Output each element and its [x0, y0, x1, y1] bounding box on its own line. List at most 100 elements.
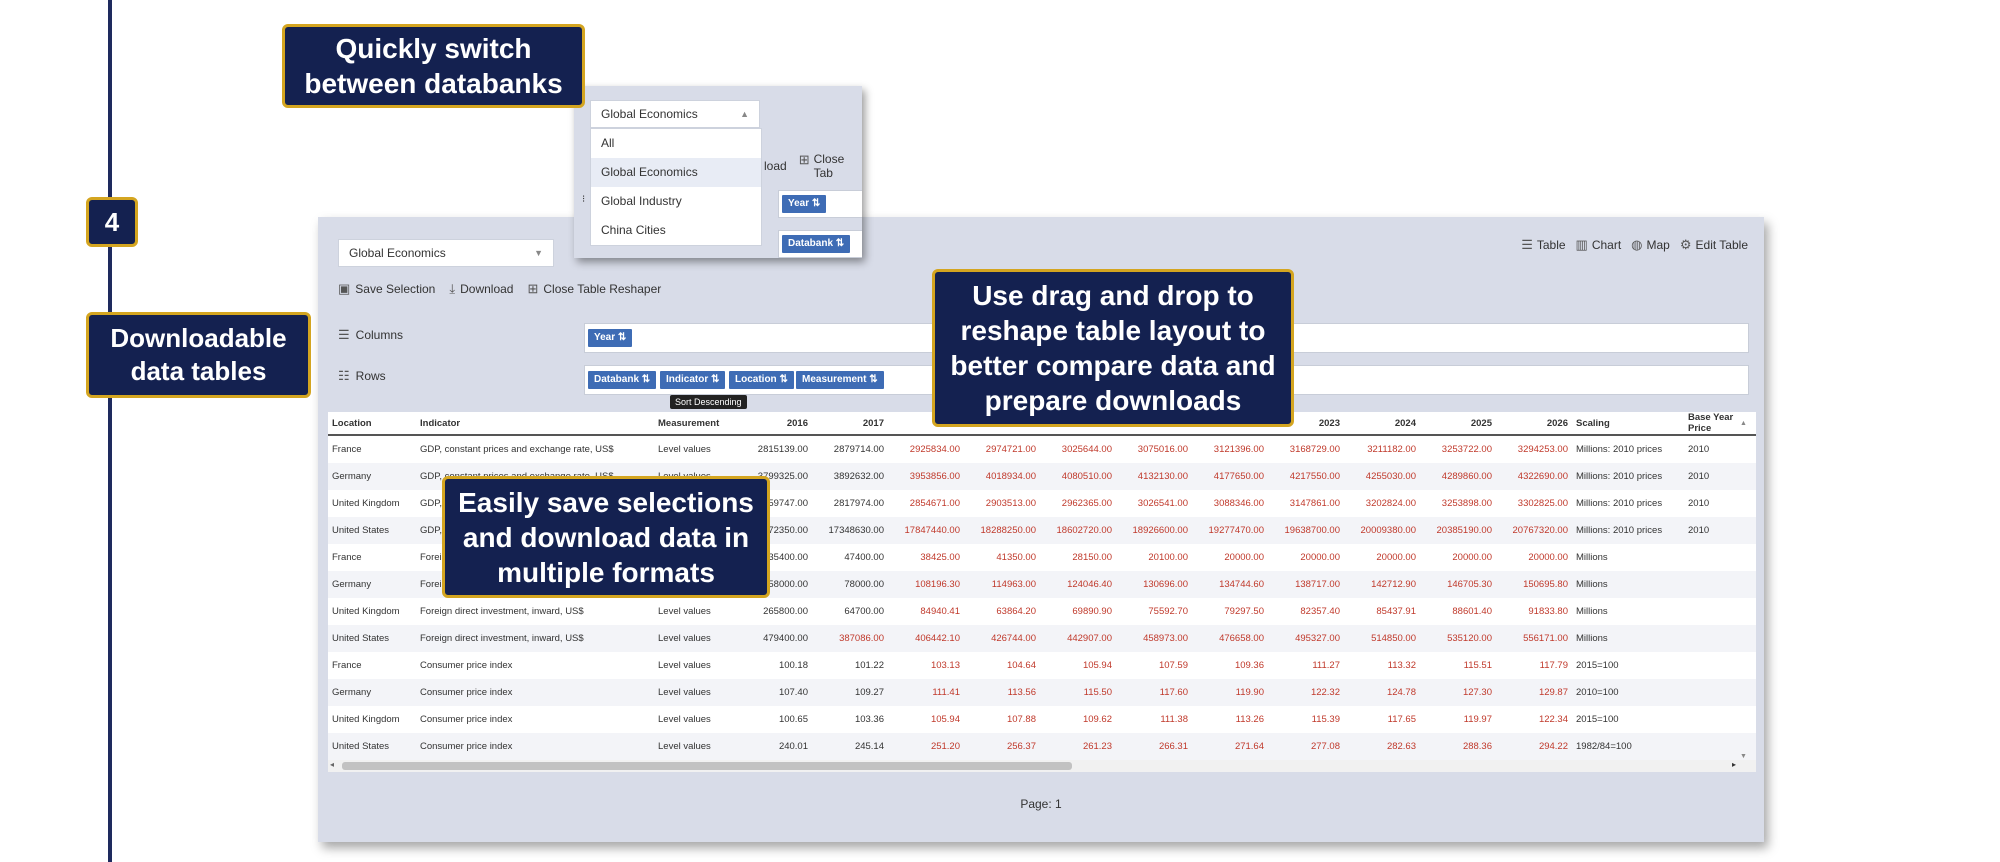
vertical-scrollbar[interactable]: ▲ ▼ — [1740, 420, 1750, 760]
column-header[interactable]: Scaling — [1572, 412, 1684, 436]
side-label: Downloadable data tables — [86, 312, 311, 398]
column-header[interactable]: Location — [328, 412, 416, 436]
edit-table-link[interactable]: ⚙ Edit Table — [1680, 237, 1748, 253]
scroll-right-arrow[interactable]: ▸ — [1732, 760, 1736, 769]
table-cell: Millions — [1576, 552, 1608, 563]
option-global-economics[interactable]: Global Economics — [591, 158, 761, 187]
column-header[interactable]: Indicator — [416, 412, 654, 436]
table-icon: ☰ — [1521, 237, 1533, 252]
table-cell: Consumer price index — [416, 733, 654, 760]
table-cell: 79297.50 — [1224, 606, 1264, 617]
table-cell: 3253898.00 — [1441, 498, 1492, 509]
table-cell: 119.97 — [1463, 714, 1492, 725]
table-cell: 556171.00 — [1496, 625, 1572, 652]
column-chip-year[interactable]: Year ⇅ — [588, 329, 633, 347]
column-header[interactable]: 2026 — [1496, 412, 1572, 436]
row-chip-databank[interactable]: Databank ⇅ — [588, 371, 657, 389]
row-chip-indicator[interactable]: Indicator ⇅ — [660, 371, 726, 389]
sort-icon: ⇅ — [641, 374, 651, 385]
table-cell: 288.36 — [1420, 733, 1496, 760]
table-cell: 28150.00 — [1072, 552, 1112, 563]
table-cell: France — [332, 552, 362, 563]
table-cell: Foreign direct investment, inward, US$ — [416, 625, 654, 652]
column-header[interactable]: 2025 — [1420, 412, 1496, 436]
column-header[interactable]: 2017 — [812, 412, 888, 436]
table-cell: 20000.00 — [1224, 552, 1264, 563]
map-view-link[interactable]: ◍ Map — [1631, 237, 1670, 253]
table-cell: 111.38 — [1160, 714, 1188, 725]
table-cell: 19638700.00 — [1268, 517, 1344, 544]
sort-icon: ⇅ — [711, 374, 720, 385]
table-cell: Level values — [658, 660, 711, 671]
table-cell: 256.37 — [964, 733, 1040, 760]
save-selection-button[interactable]: ▣ Save Selection — [338, 281, 435, 297]
table-cell: 130696.00 — [1116, 571, 1192, 598]
option-all[interactable]: All — [591, 129, 761, 158]
popup-select-value: Global Economics — [601, 107, 698, 121]
callout-drag-drop: Use drag and drop to reshape table layou… — [932, 269, 1294, 427]
sort-icon: ⇅ — [835, 238, 845, 249]
sort-icon: ⇅ — [811, 198, 821, 209]
popup-close-reshaper[interactable]: ⊞ Close Tab — [799, 152, 862, 180]
scroll-down-arrow[interactable]: ▼ — [1740, 753, 1747, 760]
row-chip-location[interactable]: Location ⇅ — [729, 371, 794, 389]
table-cell: 3088346.00 — [1213, 498, 1264, 509]
horizontal-scrollbar[interactable]: ◂ ▸ — [328, 760, 1756, 772]
rows-label: ☷ Rows — [338, 368, 386, 384]
table-cell: 20767320.00 — [1496, 517, 1572, 544]
scroll-left-arrow[interactable]: ◂ — [330, 760, 334, 769]
column-header[interactable]: 2024 — [1344, 412, 1420, 436]
column-header[interactable]: 2016 — [742, 412, 812, 436]
download-button[interactable]: ⤓ Download — [449, 281, 513, 297]
table-cell: 113.26 — [1235, 714, 1264, 725]
table-cell: Foreign direct investment, inward, US$ — [420, 606, 584, 617]
table-cell: 3294253.00 — [1517, 444, 1568, 455]
sort-icon: ⇅ — [779, 374, 788, 385]
table-cell: 114963.00 — [964, 571, 1040, 598]
table-cell: 129.87 — [1496, 679, 1572, 706]
popup-year-chip[interactable]: Year ⇅ — [782, 195, 827, 213]
table-view-link[interactable]: ☰ Table — [1521, 237, 1565, 253]
table-cell: 265800.00 — [763, 606, 808, 617]
databank-select[interactable]: Global Economics ▼ — [338, 239, 554, 267]
chart-view-link[interactable]: ▥ Chart — [1576, 237, 1622, 253]
table-cell: 20000.00 — [1300, 552, 1340, 563]
table-cell: United Kingdom — [332, 606, 400, 617]
popup-download-label[interactable]: load — [764, 159, 787, 173]
table-cell: 406442.10 — [888, 625, 964, 652]
table-cell: 4132130.00 — [1116, 463, 1192, 490]
table-cell: 442907.00 — [1040, 625, 1116, 652]
option-china-cities[interactable]: China Cities — [591, 216, 761, 245]
table-cell: 20385190.00 — [1420, 517, 1496, 544]
row-chip-measurement[interactable]: Measurement ⇅ — [796, 371, 884, 389]
chip-label: Databank — [788, 238, 834, 249]
column-header[interactable]: Measurement — [654, 412, 742, 436]
table-cell: 103.13 — [930, 660, 960, 671]
table-cell: United Kingdom — [332, 714, 400, 725]
horizontal-scroll-thumb[interactable] — [342, 762, 1072, 770]
download-label: Download — [460, 282, 514, 296]
table-cell: 4322690.00 — [1496, 463, 1572, 490]
popup-databank-chip[interactable]: Databank ⇅ — [782, 235, 851, 253]
columns-label-text: Columns — [355, 328, 404, 342]
table-cell: 3302825.00 — [1517, 498, 1568, 509]
chip-label: Year — [594, 332, 616, 343]
table-cell: 64700.00 — [844, 606, 884, 617]
table-cell: 261.23 — [1040, 733, 1116, 760]
table-cell: 476658.00 — [1192, 625, 1268, 652]
close-reshaper-button[interactable]: ⊞ Close Table Reshaper — [527, 281, 661, 297]
option-global-industry[interactable]: Global Industry — [591, 187, 761, 216]
scroll-up-arrow[interactable]: ▲ — [1740, 420, 1750, 427]
table-cell: 266.31 — [1116, 733, 1192, 760]
table-cell: 3211182.00 — [1367, 444, 1416, 455]
table-cell: 4255030.00 — [1344, 463, 1420, 490]
table-row: Germany Consumer price index Level values 1… — [328, 679, 1756, 706]
table-cell: 2879714.00 — [833, 444, 884, 455]
sort-icon: ⇅ — [869, 374, 878, 385]
table-row: United Kingdom Consumer price index Level … — [328, 706, 1756, 733]
table-cell: France — [332, 444, 362, 455]
table-cell: 75592.70 — [1148, 606, 1188, 617]
table-cell: 119.90 — [1192, 679, 1268, 706]
popup-databank-select[interactable]: Global Economics ▲ — [590, 100, 760, 128]
table-cell: 20009380.00 — [1344, 517, 1420, 544]
